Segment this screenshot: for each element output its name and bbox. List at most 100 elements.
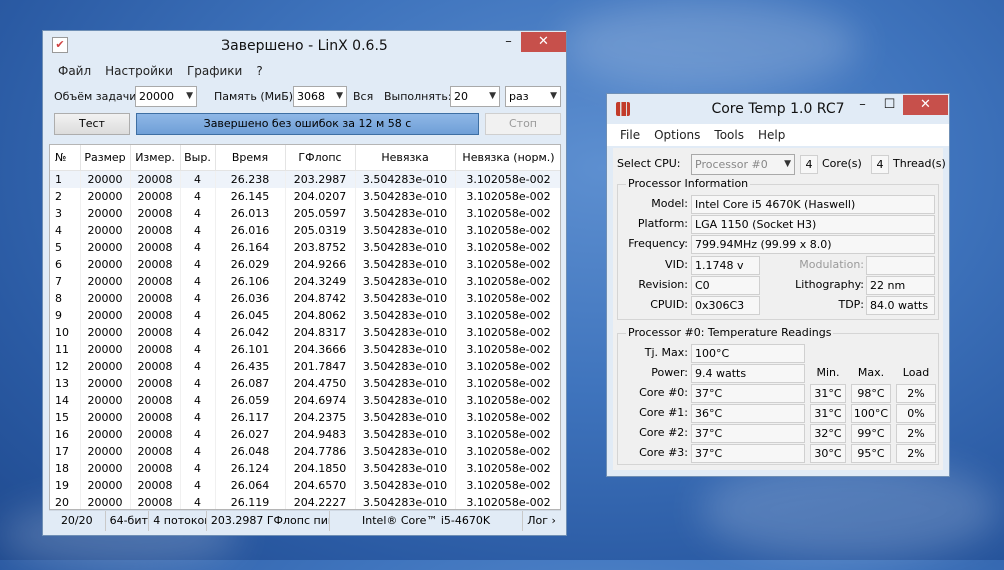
core-min-temp: 31°C bbox=[810, 404, 846, 423]
select-cpu-combo[interactable]: Processor #0 ▼ bbox=[691, 154, 795, 175]
table-cell: 14 bbox=[50, 392, 81, 409]
table-cell: 26.238 bbox=[215, 170, 286, 188]
memory-select[interactable]: 3068 ▼ bbox=[293, 86, 347, 107]
log-button[interactable]: Лог › bbox=[523, 511, 561, 531]
threads-label: Thread(s) bbox=[893, 157, 946, 170]
table-cell: 17 bbox=[50, 443, 81, 460]
revision-label: Revision: bbox=[638, 278, 688, 291]
core-temp: 37°C bbox=[691, 424, 805, 443]
run-unit-select[interactable]: раз ▼ bbox=[505, 86, 561, 107]
table-cell: 3.504283e-010 bbox=[355, 392, 456, 409]
table-cell: 4 bbox=[180, 170, 216, 188]
column-header[interactable]: Выр. bbox=[180, 145, 216, 171]
table-cell: 3.504283e-010 bbox=[355, 358, 456, 375]
table-row[interactable]: 5 20000 20008 4 26.164 203.8752 3.504283e-010 3… bbox=[50, 239, 560, 256]
chevron-down-icon: ▼ bbox=[550, 91, 557, 101]
vid-label: VID: bbox=[665, 258, 688, 271]
column-header[interactable]: ГФлопс bbox=[285, 145, 356, 171]
menu-help[interactable]: ? bbox=[249, 64, 269, 78]
menu-tools[interactable]: Tools bbox=[707, 128, 751, 142]
frequency-value: 799.94MHz (99.99 x 8.0) bbox=[691, 235, 935, 254]
linx-titlebar[interactable]: ✔ Завершено - LinX 0.6.5 – ☐ ✕ bbox=[43, 31, 566, 61]
close-button[interactable]: ✕ bbox=[903, 95, 948, 115]
table-cell: 4 bbox=[180, 392, 216, 409]
column-header[interactable]: Размер bbox=[80, 145, 131, 171]
coretemp-titlebar[interactable]: Core Temp 1.0 RC7 – ☐ ✕ bbox=[607, 94, 949, 124]
table-cell: 4 bbox=[180, 273, 216, 290]
test-button[interactable]: Тест bbox=[54, 113, 130, 135]
column-header[interactable]: Невязка (норм.) bbox=[455, 145, 560, 171]
table-cell: 20000 bbox=[80, 273, 131, 290]
table-cell: 8 bbox=[50, 290, 81, 307]
table-row[interactable]: 13 20000 20008 4 26.087 204.4750 3.504283e-010… bbox=[50, 375, 560, 392]
close-button[interactable]: ✕ bbox=[521, 32, 566, 52]
table-cell: 3.504283e-010 bbox=[355, 307, 456, 324]
table-cell: 18 bbox=[50, 460, 81, 477]
column-header[interactable]: Измер. bbox=[130, 145, 181, 171]
run-count-select[interactable]: 20 ▼ bbox=[450, 86, 500, 107]
problem-size-select[interactable]: 20000 ▼ bbox=[135, 86, 197, 107]
menu-graphs[interactable]: Графики bbox=[180, 64, 249, 78]
table-row[interactable]: 17 20000 20008 4 26.048 204.7786 3.504283e-010… bbox=[50, 443, 560, 460]
tdp-label: TDP: bbox=[838, 298, 864, 311]
menu-help[interactable]: Help bbox=[751, 128, 792, 142]
table-cell: 26.119 bbox=[215, 494, 286, 509]
maximize-button[interactable]: ☐ bbox=[876, 95, 903, 115]
table-row[interactable]: 11 20000 20008 4 26.101 204.3666 3.504283e-010… bbox=[50, 341, 560, 358]
table-row[interactable]: 9 20000 20008 4 26.045 204.8062 3.504283e-010 3… bbox=[50, 307, 560, 324]
run-unit-value: раз bbox=[509, 90, 529, 103]
core-load: 0% bbox=[896, 404, 936, 423]
table-cell: 26.059 bbox=[215, 392, 286, 409]
revision-value: C0 bbox=[691, 276, 760, 295]
table-cell: 201.7847 bbox=[285, 358, 356, 375]
stop-button[interactable]: Стоп bbox=[485, 113, 561, 135]
all-memory-label[interactable]: Вся bbox=[353, 90, 373, 103]
power-label: Power: bbox=[651, 366, 688, 379]
core-load: 2% bbox=[896, 384, 936, 403]
table-cell: 204.8742 bbox=[285, 290, 356, 307]
table-cell: 204.0207 bbox=[285, 188, 356, 205]
column-header[interactable]: № bbox=[50, 145, 81, 171]
table-cell: 3.504283e-010 bbox=[355, 239, 456, 256]
table-row[interactable]: 3 20000 20008 4 26.013 205.0597 3.504283e-010 3… bbox=[50, 205, 560, 222]
table-row[interactable]: 10 20000 20008 4 26.042 204.8317 3.504283e-010… bbox=[50, 324, 560, 341]
table-cell: 203.2987 bbox=[285, 170, 356, 188]
table-row[interactable]: 2 20000 20008 4 26.145 204.0207 3.504283e-010 3… bbox=[50, 188, 560, 205]
menu-file[interactable]: Файл bbox=[51, 64, 98, 78]
table-cell: 20008 bbox=[130, 494, 181, 509]
table-cell: 20008 bbox=[130, 205, 181, 222]
table-row[interactable]: 14 20000 20008 4 26.059 204.6974 3.504283e-010… bbox=[50, 392, 560, 409]
problem-size-value: 20000 bbox=[139, 90, 174, 103]
results-table[interactable]: № Размер Измер. Выр. Время ГФлопс Невязка Невяз… bbox=[49, 144, 561, 510]
column-header[interactable]: Невязка bbox=[355, 145, 456, 171]
core-label: Core #3: bbox=[639, 446, 688, 459]
table-cell: 3.102058e-002 bbox=[455, 392, 560, 409]
table-row[interactable]: 20 20000 20008 4 26.119 204.2227 3.504283e-010… bbox=[50, 494, 560, 509]
column-header[interactable]: Время bbox=[215, 145, 286, 171]
minimize-button[interactable]: – bbox=[849, 95, 876, 115]
minimize-button[interactable]: – bbox=[495, 32, 522, 52]
table-cell: 204.9483 bbox=[285, 426, 356, 443]
table-row[interactable]: 12 20000 20008 4 26.435 201.7847 3.504283e-010… bbox=[50, 358, 560, 375]
table-row[interactable]: 16 20000 20008 4 26.027 204.9483 3.504283e-010… bbox=[50, 426, 560, 443]
menu-options[interactable]: Options bbox=[647, 128, 707, 142]
table-cell: 204.1850 bbox=[285, 460, 356, 477]
table-row[interactable]: 15 20000 20008 4 26.117 204.2375 3.504283e-010… bbox=[50, 409, 560, 426]
table-cell: 26.124 bbox=[215, 460, 286, 477]
table-row[interactable]: 1 20000 20008 4 26.238 203.2987 3.504283e-010 3… bbox=[50, 170, 560, 188]
chevron-down-icon: ▼ bbox=[489, 91, 496, 101]
table-cell: 20000 bbox=[80, 409, 131, 426]
table-cell: 3.102058e-002 bbox=[455, 222, 560, 239]
table-row[interactable]: 4 20000 20008 4 26.016 205.0319 3.504283e-010 3… bbox=[50, 222, 560, 239]
table-row[interactable]: 7 20000 20008 4 26.106 204.3249 3.504283e-010 3… bbox=[50, 273, 560, 290]
menu-file[interactable]: File bbox=[613, 128, 647, 142]
table-row[interactable]: 19 20000 20008 4 26.064 204.6570 3.504283e-010… bbox=[50, 477, 560, 494]
table-cell: 20008 bbox=[130, 409, 181, 426]
table-row[interactable]: 6 20000 20008 4 26.029 204.9266 3.504283e-010 3… bbox=[50, 256, 560, 273]
table-row[interactable]: 8 20000 20008 4 26.036 204.8742 3.504283e-010 3… bbox=[50, 290, 560, 307]
chevron-down-icon: ▼ bbox=[336, 91, 343, 101]
core-min-temp: 31°C bbox=[810, 384, 846, 403]
cpuid-label: CPUID: bbox=[650, 298, 688, 311]
menu-settings[interactable]: Настройки bbox=[98, 64, 180, 78]
table-row[interactable]: 18 20000 20008 4 26.124 204.1850 3.504283e-010… bbox=[50, 460, 560, 477]
